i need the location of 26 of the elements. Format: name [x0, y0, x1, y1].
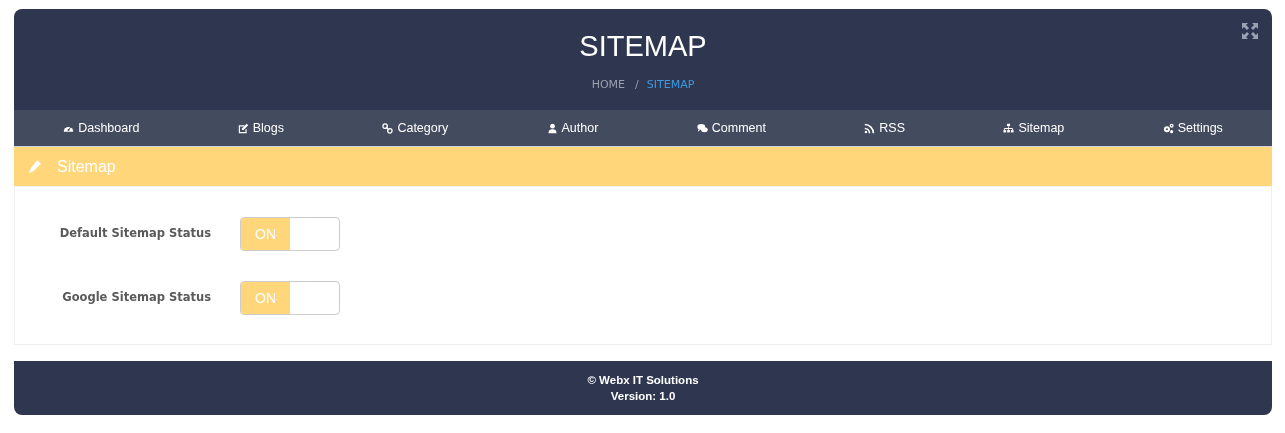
comments-icon — [696, 122, 708, 134]
field-label: Default Sitemap Status — [58, 225, 211, 243]
nav-link[interactable]: Comment — [647, 118, 816, 138]
field-label: Google Sitemap Status — [61, 289, 211, 307]
breadcrumb-link[interactable]: SITEMAP — [646, 76, 695, 94]
nav-link[interactable]: Author — [497, 118, 648, 138]
nav-link[interactable]: Settings — [1113, 118, 1273, 138]
nav-link[interactable]: Dashboard — [14, 118, 189, 138]
nav-link[interactable]: Blogs — [188, 118, 334, 138]
page-title: SITEMAP — [579, 29, 707, 64]
user-icon — [546, 122, 558, 134]
copyright-text: © Webx IT Solutions — [586, 373, 700, 388]
gears-icon — [1162, 122, 1174, 134]
pencil-icon — [28, 160, 41, 173]
breadcrumb-separator: / — [635, 76, 639, 93]
breadcrumb-link[interactable]: HOME — [591, 76, 626, 94]
edit-icon — [237, 122, 249, 134]
nav-link[interactable]: RSS — [815, 118, 955, 138]
version-text: Version: 1.0 — [609, 389, 677, 404]
nav-link[interactable]: Category — [333, 118, 498, 138]
nav-link[interactable]: Sitemap — [954, 118, 1114, 138]
link-icon — [382, 122, 394, 134]
panel-title: Sitemap — [57, 156, 116, 177]
sitemap-icon — [1003, 122, 1015, 134]
rss-icon — [864, 122, 876, 134]
expand-icon[interactable] — [1242, 23, 1258, 39]
